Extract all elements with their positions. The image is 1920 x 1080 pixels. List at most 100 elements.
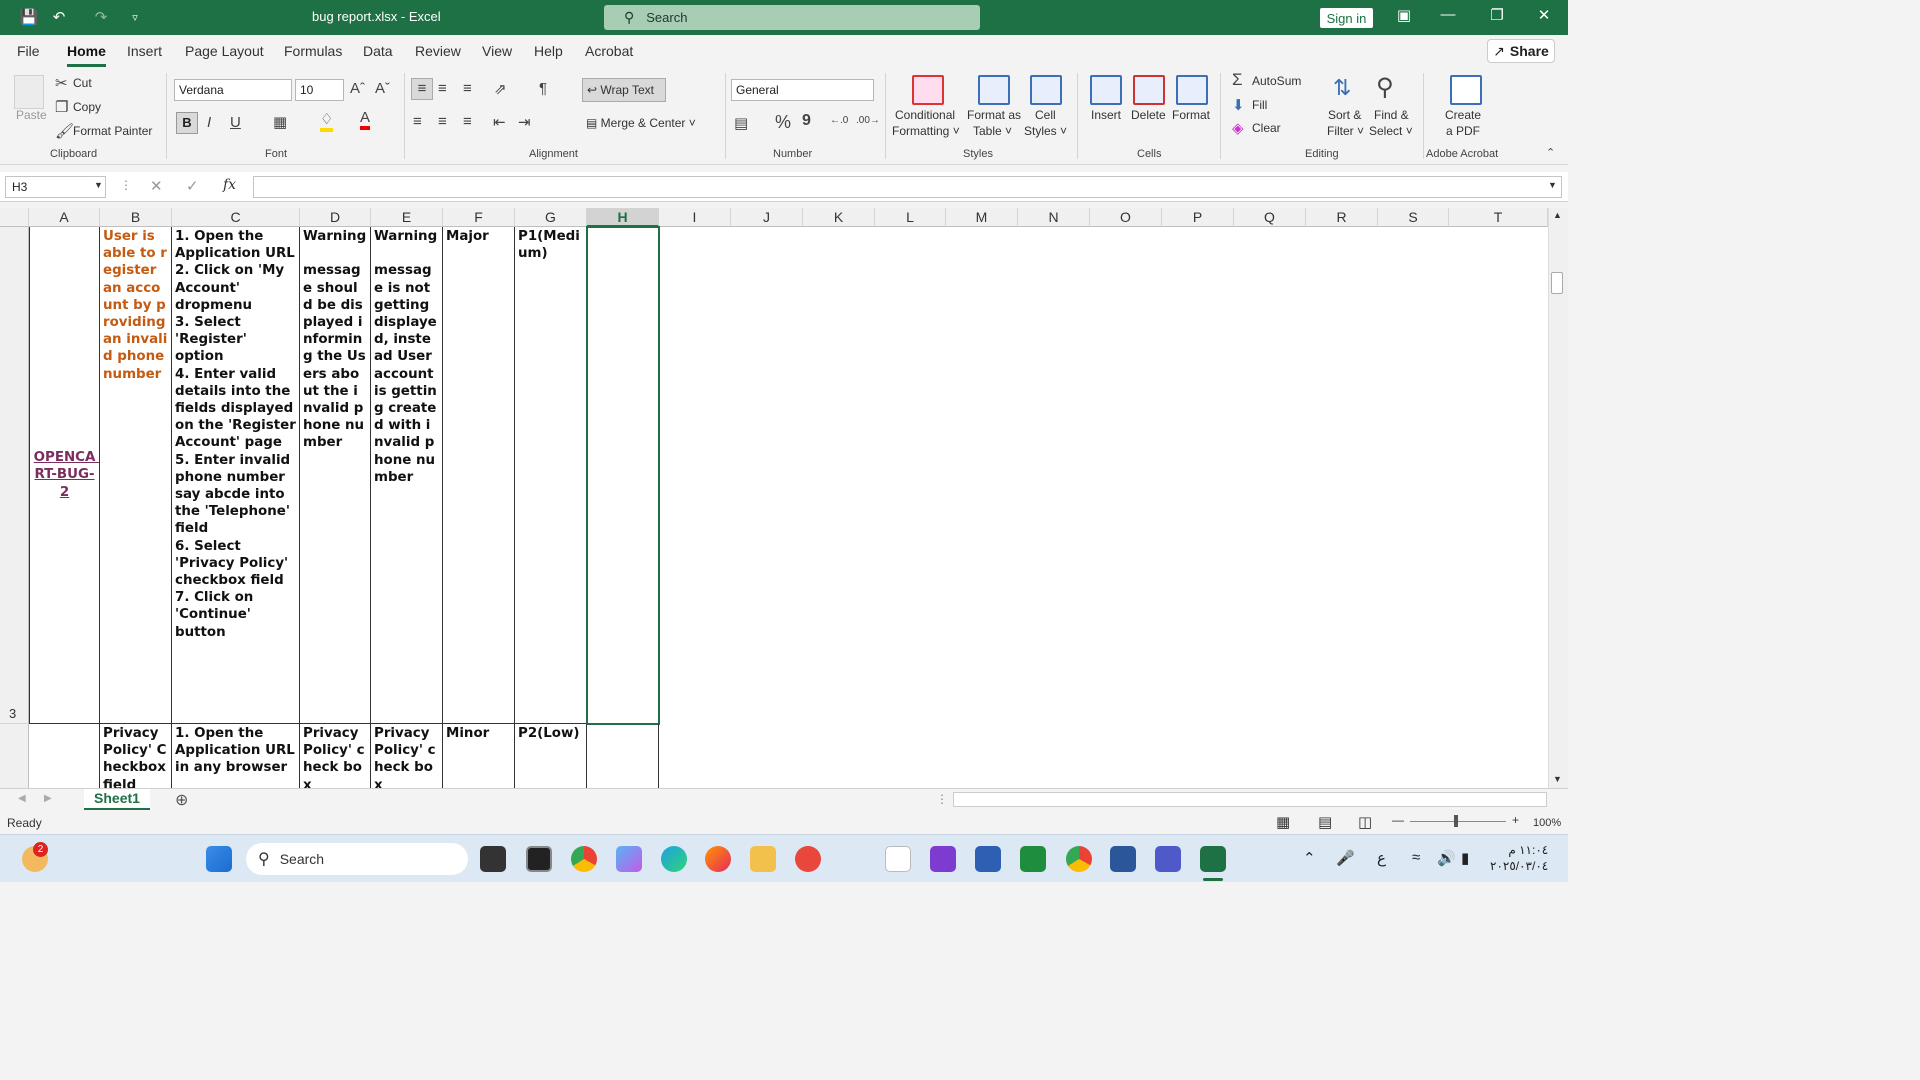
edge-icon[interactable] xyxy=(661,846,687,872)
select-all-corner[interactable] xyxy=(0,208,29,227)
column-header-d[interactable]: D xyxy=(300,208,371,227)
number-format-select[interactable]: General xyxy=(731,79,874,101)
cell-c3[interactable]: 1. Open the Application URL 2. Click on … xyxy=(172,227,300,724)
paste-label[interactable]: Paste xyxy=(16,108,47,122)
cut-button[interactable]: Cut xyxy=(73,76,92,90)
autosum-icon[interactable]: Σ xyxy=(1232,70,1243,90)
insert-cells-icon[interactable] xyxy=(1090,75,1122,105)
create-label[interactable]: Create xyxy=(1445,108,1481,122)
find-select-icon[interactable]: ⚲ xyxy=(1376,73,1394,102)
column-header-m[interactable]: M xyxy=(946,208,1018,227)
cell-f4[interactable]: Minor xyxy=(443,724,515,788)
column-header-i[interactable]: I xyxy=(659,208,731,227)
name-box[interactable]: H3 xyxy=(5,176,106,198)
name-box-dropdown-icon[interactable]: ▼ xyxy=(94,180,103,190)
teams-icon[interactable] xyxy=(1155,846,1181,872)
redo-icon[interactable]: ↷ xyxy=(88,4,114,30)
column-header-t[interactable]: T xyxy=(1449,208,1548,227)
normal-view-icon[interactable]: ▦ xyxy=(1276,813,1290,831)
tab-insert[interactable]: Insert xyxy=(127,43,162,59)
column-header-k[interactable]: K xyxy=(803,208,875,227)
create-pdf-icon[interactable] xyxy=(1450,75,1482,105)
column-header-b[interactable]: B xyxy=(100,208,172,227)
wifi-icon[interactable]: ≈ xyxy=(1412,849,1420,866)
microphone-muted-icon[interactable]: 🎤 xyxy=(1336,849,1355,867)
formatting-label[interactable]: Formatting ˅ xyxy=(892,124,960,138)
merge-center-button[interactable]: ▤ Merge & Center ˅ xyxy=(586,116,696,130)
confirm-entry-icon[interactable]: ✓ xyxy=(186,177,199,195)
expand-formula-icon[interactable]: ▼ xyxy=(1548,180,1557,190)
taskbar-search[interactable]: ⚲ Search xyxy=(246,843,468,875)
undo-icon[interactable]: ↶ xyxy=(46,4,72,30)
column-header-j[interactable]: J xyxy=(731,208,803,227)
text-direction-icon[interactable]: ¶ xyxy=(539,80,547,97)
battery-icon[interactable]: ▮ xyxy=(1461,849,1469,867)
insert-button[interactable]: Insert xyxy=(1091,108,1121,122)
increase-decimal-icon[interactable]: ←.0 xyxy=(830,115,848,126)
zoom-in-icon[interactable]: + xyxy=(1512,813,1519,827)
zoom-slider-thumb[interactable] xyxy=(1454,815,1458,827)
scroll-up-icon[interactable]: ▲ xyxy=(1553,210,1562,220)
format-painter-icon[interactable]: 🖌 xyxy=(55,122,74,140)
classroom-icon[interactable] xyxy=(1020,846,1046,872)
splitter-icon[interactable]: ⋮ xyxy=(936,792,948,806)
row-header-3[interactable]: 3 xyxy=(0,227,29,724)
decrease-decimal-icon[interactable]: .00→ xyxy=(856,115,880,126)
word-icon[interactable] xyxy=(1110,846,1136,872)
cell-d3[interactable]: Warning message should be displayed info… xyxy=(300,227,371,724)
orientation-icon[interactable]: ⇗ xyxy=(494,80,507,98)
font-size-select[interactable]: 10 xyxy=(295,79,344,101)
table-label[interactable]: Table ˅ xyxy=(973,124,1012,138)
tab-data[interactable]: Data xyxy=(363,43,393,59)
search-box[interactable]: ⚲ Search xyxy=(604,5,980,30)
tab-acrobat[interactable]: Acrobat xyxy=(585,43,633,59)
next-sheet-icon[interactable]: ▶ xyxy=(44,793,52,804)
increase-indent-icon[interactable]: ⇥ xyxy=(518,113,531,131)
cell-e4[interactable]: Privacy Policy' check box xyxy=(371,724,443,788)
conditional-formatting-icon[interactable] xyxy=(912,75,944,105)
column-header-p[interactable]: P xyxy=(1162,208,1234,227)
vertical-scrollbar[interactable] xyxy=(1548,208,1568,788)
column-header-g[interactable]: G xyxy=(515,208,587,227)
tab-view[interactable]: View xyxy=(482,43,512,59)
font-color-icon[interactable]: A xyxy=(360,110,371,130)
cell-h4[interactable] xyxy=(587,724,659,788)
chrome-icon[interactable] xyxy=(571,846,597,872)
conditional-label[interactable]: Conditional xyxy=(895,108,955,122)
visual-studio-icon[interactable] xyxy=(930,846,956,872)
cell-a3[interactable]: OPENCA RT-BUG-2 xyxy=(29,227,100,724)
start-icon[interactable] xyxy=(206,846,232,872)
format-painter-button[interactable]: Format Painter xyxy=(73,124,152,138)
volume-icon[interactable]: 🔊 xyxy=(1437,849,1456,867)
sort-filter-icon[interactable]: ⇅ xyxy=(1333,75,1351,101)
align-top-icon[interactable]: ≡ xyxy=(411,78,433,100)
zoom-out-icon[interactable]: — xyxy=(1392,813,1404,827)
column-header-c[interactable]: C xyxy=(172,208,300,227)
paste-icon[interactable] xyxy=(14,75,44,109)
cell-d4[interactable]: Privacy Policy' check box xyxy=(300,724,371,788)
input-language[interactable]: ع xyxy=(1377,849,1386,867)
formula-input[interactable] xyxy=(253,176,1562,198)
cut-icon[interactable]: ✂ xyxy=(55,74,68,92)
firefox-icon[interactable] xyxy=(705,846,731,872)
app-icon[interactable] xyxy=(795,846,821,872)
column-header-a[interactable]: A xyxy=(29,208,100,227)
tab-file[interactable]: File xyxy=(17,43,40,59)
cell-label[interactable]: Cell xyxy=(1035,108,1056,122)
tab-page-layout[interactable]: Page Layout xyxy=(185,43,264,59)
cell-g4[interactable]: P2(Low) xyxy=(515,724,587,788)
column-header-l[interactable]: L xyxy=(875,208,946,227)
row-header-4[interactable] xyxy=(0,724,29,788)
app2-icon[interactable] xyxy=(975,846,1001,872)
task-view-icon[interactable] xyxy=(480,846,506,872)
ribbon-display-icon[interactable]: ▣ xyxy=(1384,6,1424,28)
pdf-label[interactable]: a PDF xyxy=(1446,124,1480,138)
cancel-entry-icon[interactable]: ✕ xyxy=(150,177,163,195)
tab-formulas[interactable]: Formulas xyxy=(284,43,342,59)
zoom-slider[interactable] xyxy=(1410,821,1506,822)
column-header-o[interactable]: O xyxy=(1090,208,1162,227)
system-clock[interactable]: ١١:٠٤ م ٢٠٢٥/٠٣/٠٤ xyxy=(1490,842,1548,874)
fill-button[interactable]: Fill xyxy=(1252,98,1267,112)
maximize-icon[interactable]: ❐ xyxy=(1477,6,1517,28)
page-break-view-icon[interactable]: ◫ xyxy=(1358,813,1372,831)
